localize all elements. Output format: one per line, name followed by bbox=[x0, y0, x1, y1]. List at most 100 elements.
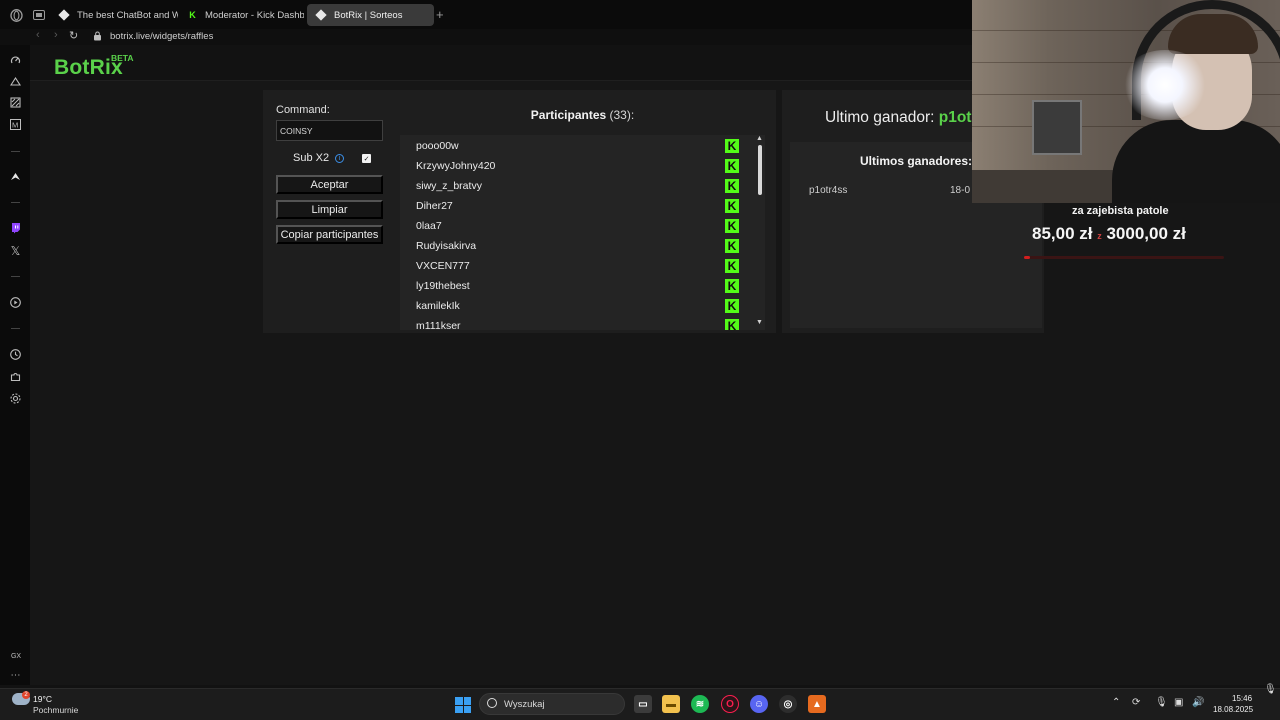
twitch-icon[interactable] bbox=[9, 222, 22, 235]
back-icon[interactable]: ‹ bbox=[36, 29, 40, 41]
url-field[interactable]: botrix.live/widgets/raffles bbox=[110, 31, 213, 42]
reload-icon[interactable]: ↻ bbox=[69, 29, 78, 42]
goal-separator: z bbox=[1097, 231, 1102, 241]
scroll-down-icon[interactable]: ▼ bbox=[756, 319, 763, 326]
gx-control-icon[interactable] bbox=[9, 54, 22, 67]
opera-gx-icon[interactable]: O bbox=[721, 695, 739, 713]
microphone-icon[interactable]: 🎙 bbox=[1155, 697, 1168, 708]
recent-winners-title: Ultimos ganadores: bbox=[860, 154, 973, 168]
goal-progress-bar bbox=[1024, 256, 1224, 259]
x-twitter-icon[interactable]: 𝕏 bbox=[9, 244, 22, 258]
beta-badge: BETA bbox=[111, 53, 134, 63]
more-icon[interactable]: ⋯ bbox=[9, 669, 22, 682]
music-player-icon[interactable]: M bbox=[9, 118, 22, 131]
clock-date[interactable]: 18.08.2025 bbox=[1213, 705, 1253, 714]
goal-amounts: 85,00 zł z 3000,00 zł bbox=[1032, 224, 1186, 244]
participants-title: Participantes bbox=[530, 108, 607, 122]
slot-machine-figure bbox=[1032, 100, 1082, 155]
kick-icon: K bbox=[725, 179, 739, 193]
winner-name: p1otr4ss bbox=[809, 185, 848, 196]
player-icon[interactable] bbox=[9, 296, 22, 309]
rail-divider bbox=[11, 202, 20, 203]
participants-scrollbar[interactable]: ▲ ▼ bbox=[755, 135, 765, 330]
gx-corner-icon[interactable] bbox=[9, 75, 22, 88]
botrix-icon bbox=[58, 9, 70, 21]
info-icon[interactable]: i bbox=[335, 153, 345, 163]
workspaces-icon[interactable] bbox=[31, 7, 47, 23]
gx-cleaner-icon[interactable] bbox=[9, 96, 22, 109]
windows-start-icon[interactable] bbox=[455, 697, 471, 713]
task-view-icon[interactable]: ▭ bbox=[634, 695, 652, 713]
webcam-overlay bbox=[972, 0, 1280, 203]
last-winner-heading: Ultimo ganador: p1ot bbox=[825, 109, 971, 127]
svg-text:M: M bbox=[12, 121, 18, 130]
clear-button[interactable]: Limpiar bbox=[276, 200, 383, 219]
app-icon[interactable]: ▲ bbox=[808, 695, 826, 713]
weather-temperature[interactable]: 19°C bbox=[33, 694, 52, 704]
tab-title: Moderator - Kick Dashbo bbox=[205, 9, 304, 21]
chrome-icon[interactable]: ◎ bbox=[779, 695, 797, 713]
sub-x2-label: Sub X2 bbox=[293, 152, 330, 164]
tab-kick-dashboard[interactable]: K Moderator - Kick Dashbo bbox=[179, 4, 304, 26]
copy-participants-button[interactable]: Copiar participantes bbox=[276, 225, 383, 244]
notification-mic-icon[interactable]: 🎙 bbox=[1264, 684, 1277, 695]
spotify-icon[interactable]: ≋ bbox=[691, 695, 709, 713]
search-placeholder[interactable]: Wyszukaj bbox=[504, 699, 545, 710]
participants-count: (33): bbox=[609, 108, 635, 122]
ring-light bbox=[1120, 50, 1210, 120]
list-item: m111kser K bbox=[400, 316, 745, 330]
clock-time[interactable]: 15:46 bbox=[1232, 694, 1252, 703]
participant-name: KrzywyJohny420 bbox=[416, 160, 496, 172]
participant-name: Diher27 bbox=[416, 200, 453, 212]
aria-icon[interactable] bbox=[9, 170, 22, 183]
network-icon[interactable]: ▣ bbox=[1174, 697, 1183, 708]
scroll-up-icon[interactable]: ▲ bbox=[756, 135, 763, 142]
participants-heading: Participantes (33): bbox=[400, 108, 765, 122]
sub-x2-option: Sub X2 i bbox=[293, 152, 345, 164]
participants-list[interactable]: pooo00w K KrzywyJohny420 K siwy_z_bratvy K … bbox=[400, 135, 765, 330]
accept-button[interactable]: Aceptar bbox=[276, 175, 383, 194]
file-explorer-icon[interactable]: ▬ bbox=[662, 695, 680, 713]
opera-menu-icon[interactable] bbox=[8, 7, 24, 23]
desk bbox=[972, 170, 1122, 203]
participant-name: VXCEN777 bbox=[416, 260, 470, 272]
sub-x2-checkbox[interactable]: ✓ bbox=[362, 154, 371, 163]
taskbar-search[interactable] bbox=[479, 693, 625, 715]
list-item: pooo00w K bbox=[400, 136, 745, 156]
new-tab-button[interactable]: + bbox=[436, 7, 444, 22]
tab-title: The best ChatBot and Wi bbox=[77, 9, 178, 21]
list-item: kamilekIk K bbox=[400, 296, 745, 316]
command-input[interactable] bbox=[276, 120, 383, 141]
winner-date: 18-0 bbox=[950, 185, 971, 196]
kick-icon: K bbox=[725, 299, 739, 313]
weather-description[interactable]: Pochmurnie bbox=[33, 705, 78, 715]
kick-icon: K bbox=[725, 279, 739, 293]
tab-title: BotRix | Sorteos bbox=[334, 9, 403, 21]
list-item: Diher27 K bbox=[400, 196, 745, 216]
volume-icon[interactable]: 🔊 bbox=[1192, 697, 1204, 708]
kick-icon: K bbox=[725, 219, 739, 233]
tab-botrix-sorteos[interactable]: BotRix | Sorteos bbox=[307, 4, 434, 26]
show-hidden-icons[interactable]: ⌃ bbox=[1112, 697, 1120, 708]
scrollbar-thumb[interactable] bbox=[758, 145, 762, 195]
extensions-icon[interactable] bbox=[9, 370, 22, 383]
participant-name: m111kser bbox=[416, 320, 461, 330]
discord-icon[interactable]: ☺ bbox=[750, 695, 768, 713]
kick-icon: K bbox=[725, 199, 739, 213]
list-item: KrzywyJohny420 K bbox=[400, 156, 745, 176]
participant-name: ly19thebest bbox=[416, 280, 470, 292]
streamer-body bbox=[1112, 120, 1280, 203]
search-icon bbox=[487, 698, 497, 708]
settings-icon[interactable] bbox=[9, 392, 22, 405]
sync-icon[interactable]: ⟳ bbox=[1132, 697, 1140, 708]
participant-name: Rudyisakirva bbox=[416, 240, 477, 252]
rail-divider bbox=[11, 151, 20, 152]
forward-icon[interactable]: › bbox=[54, 29, 58, 41]
botrix-icon bbox=[315, 9, 327, 21]
sidebar-rail: M 𝕏 GX ⋯ bbox=[0, 45, 30, 685]
weather-alert-badge: 2 bbox=[22, 691, 30, 699]
goal-target: 3000,00 zł bbox=[1106, 224, 1186, 243]
tab-botrix-chatbot[interactable]: The best ChatBot and Wi bbox=[50, 4, 178, 26]
gx-label: GX bbox=[10, 653, 22, 660]
history-icon[interactable] bbox=[9, 348, 22, 361]
